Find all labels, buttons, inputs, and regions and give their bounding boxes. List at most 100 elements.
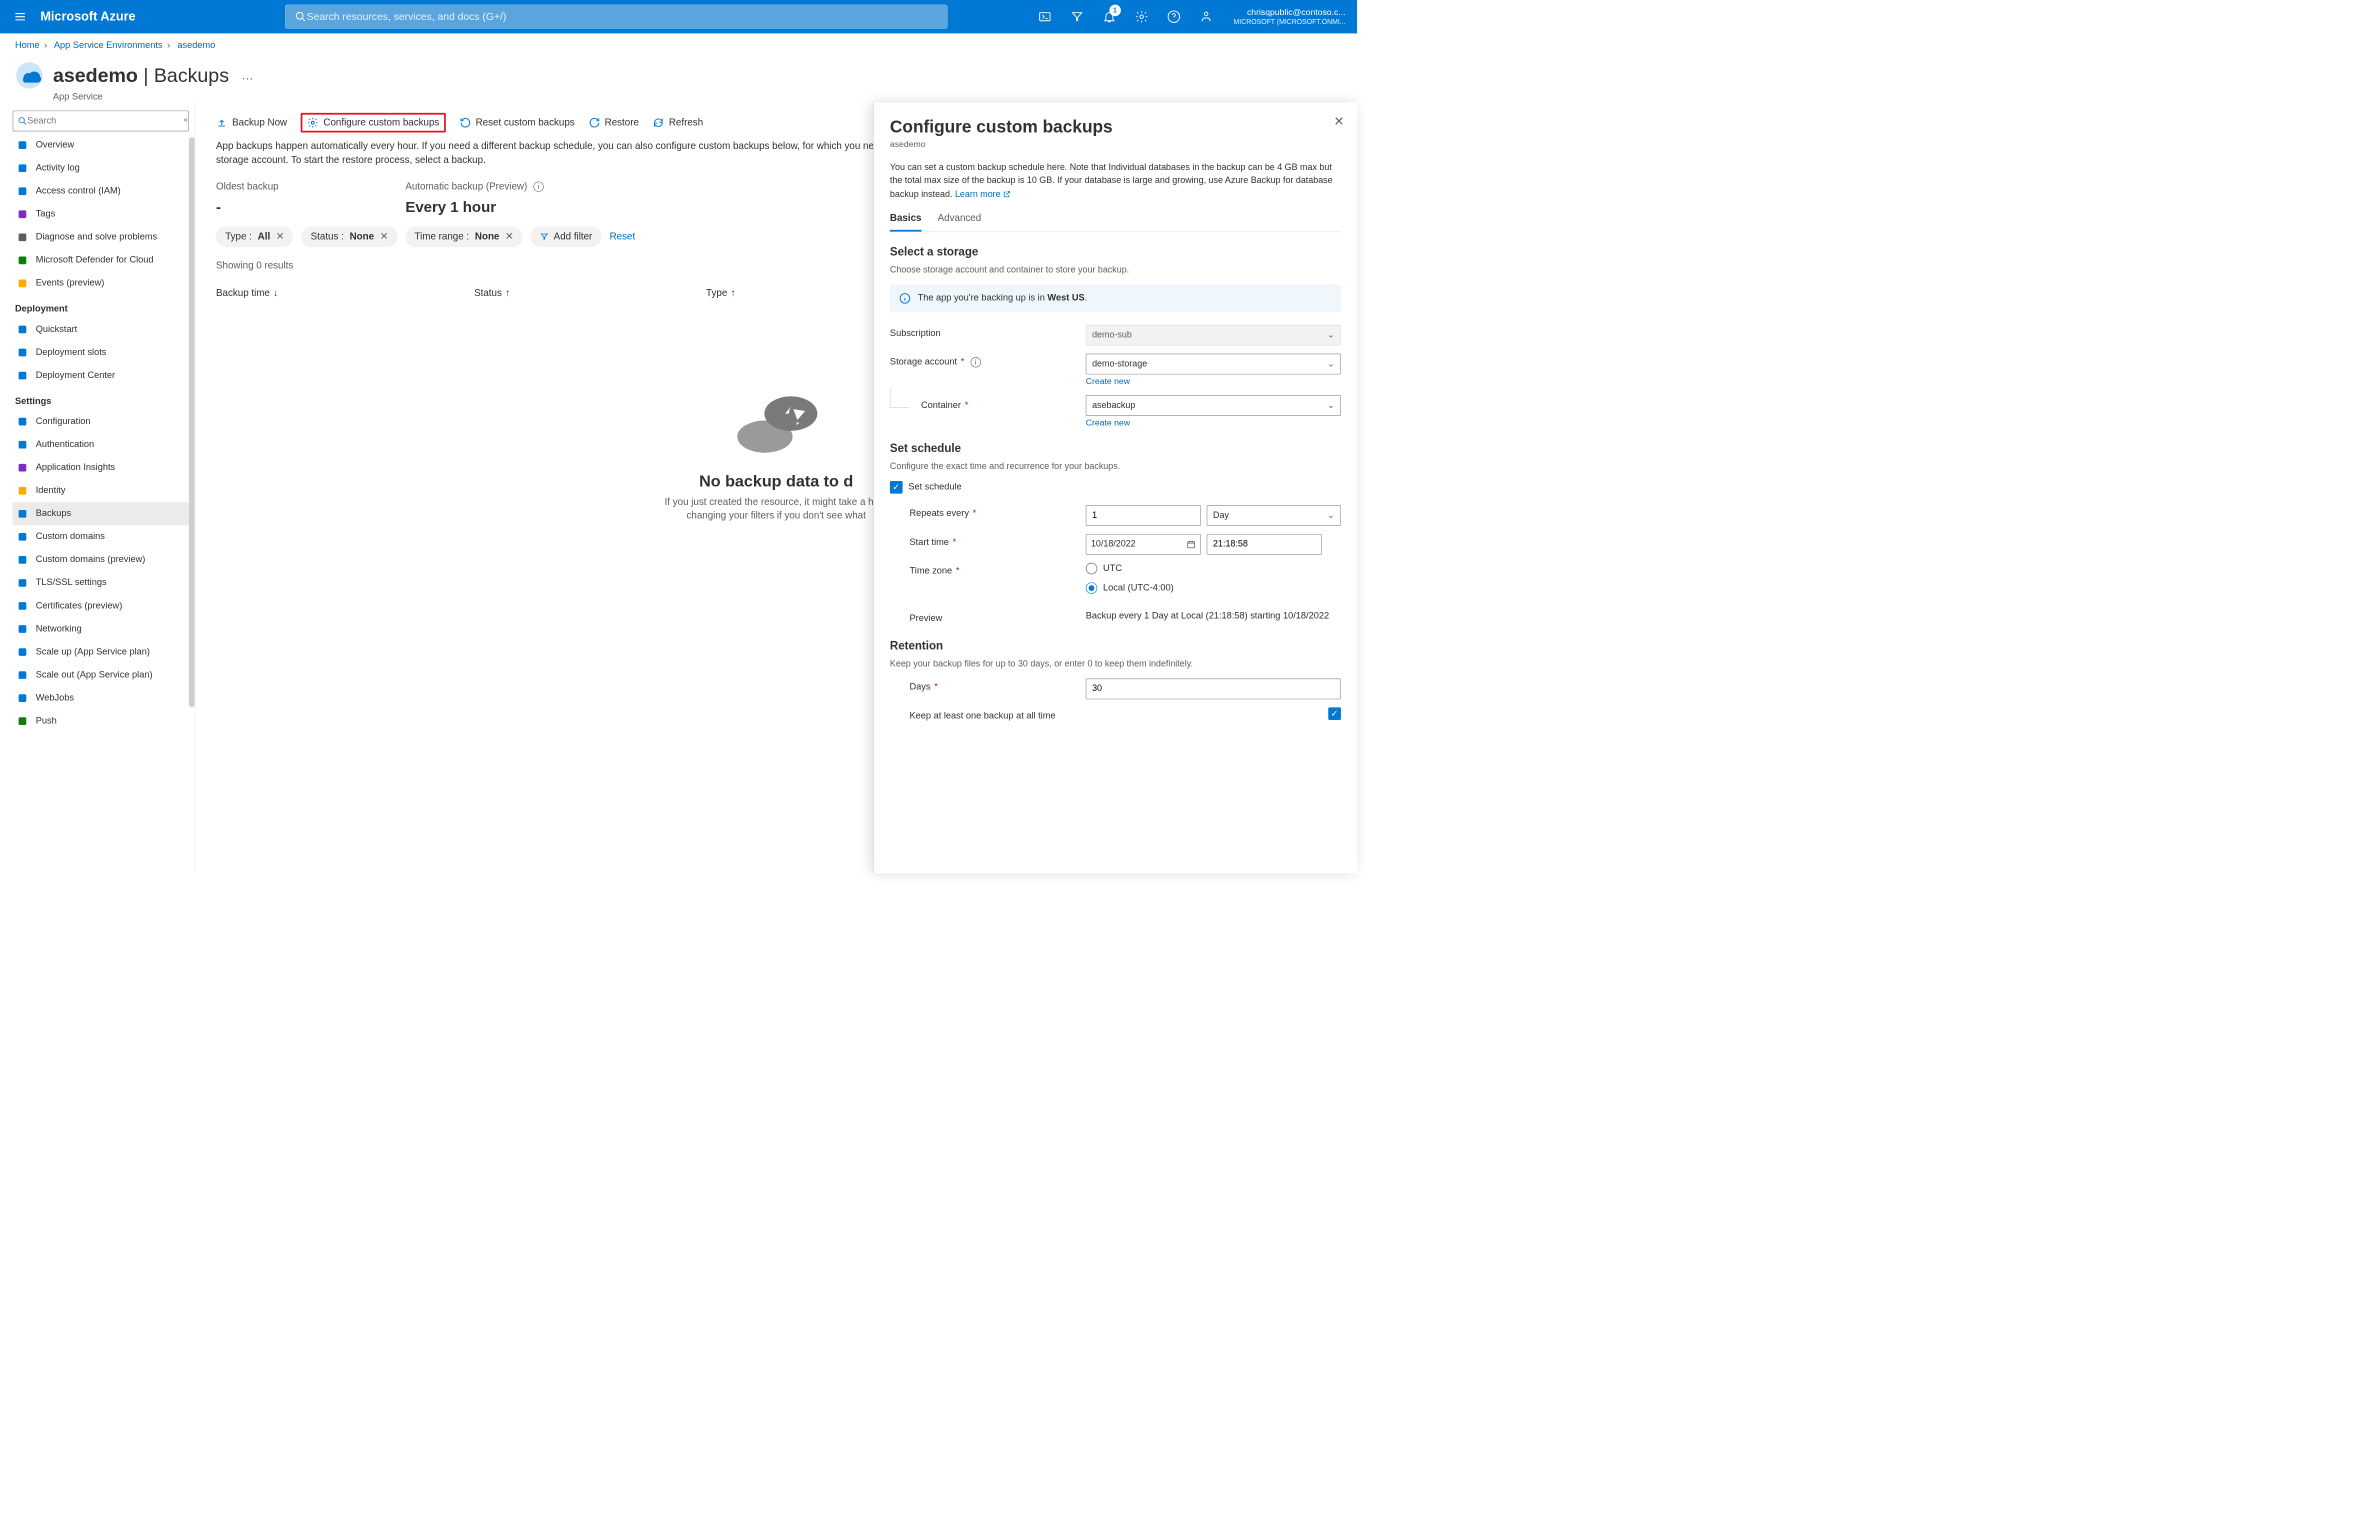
sidebar-item-label: Custom domains (preview) <box>36 555 146 565</box>
sidebar-item[interactable]: Application Insights <box>13 456 189 479</box>
info-banner: The app you're backing up is in West US. <box>890 284 1341 312</box>
sidebar-item[interactable]: Custom domains (preview) <box>13 548 189 571</box>
filter-status[interactable]: Status : None ✕ <box>301 226 397 247</box>
filter-icon <box>1070 10 1084 24</box>
sidebar-item[interactable]: Events (preview) <box>13 272 189 295</box>
sidebar-item[interactable]: Scale up (App Service plan) <box>13 641 189 664</box>
cloud-shell-button[interactable] <box>1028 0 1060 33</box>
feedback-button[interactable] <box>1190 0 1222 33</box>
account-tenant: MICROSOFT (MICROSOFT.ONMI... <box>1234 18 1346 26</box>
filter-timerange[interactable]: Time range : None ✕ <box>405 226 522 247</box>
close-icon[interactable]: ✕ <box>276 231 284 243</box>
sidebar-item-label: Networking <box>36 624 82 634</box>
filter-type[interactable]: Type : All ✕ <box>216 226 293 247</box>
sidebar-item[interactable]: Custom domains <box>13 525 189 548</box>
crumb-env[interactable]: App Service Environments <box>54 40 163 50</box>
add-filter-button[interactable]: Add filter <box>531 226 602 247</box>
sidebar-item-label: Quickstart <box>36 324 77 334</box>
sidebar-item[interactable]: Configuration <box>13 410 189 433</box>
help-button[interactable] <box>1158 0 1190 33</box>
sidebar-item[interactable]: Push <box>13 710 189 733</box>
container-select[interactable]: asebackup⌄ <box>1086 395 1341 416</box>
sidebar-item[interactable]: Quickstart <box>13 318 189 341</box>
storage-account-select[interactable]: demo-storage⌄ <box>1086 354 1341 375</box>
notifications-button[interactable]: 1 <box>1093 0 1125 33</box>
feedback-icon <box>1199 10 1213 24</box>
nav-icon <box>16 554 29 567</box>
hamburger-icon <box>14 10 27 23</box>
nav-icon <box>16 715 29 728</box>
refresh-icon <box>653 117 665 129</box>
page-header: asedemo | Backups ··· <box>0 51 1357 94</box>
learn-more-link[interactable]: Learn more <box>955 189 1011 199</box>
repeats-unit-select[interactable]: Day⌄ <box>1207 505 1341 526</box>
nav-icon <box>16 461 29 474</box>
sidebar-item-label: Backups <box>36 509 71 519</box>
info-icon[interactable]: i <box>533 182 543 192</box>
sidebar-item[interactable]: WebJobs <box>13 687 189 710</box>
account-menu[interactable]: chrisqpublic@contoso.c... MICROSOFT (MIC… <box>1222 7 1357 26</box>
sidebar-item[interactable]: Activity log <box>13 157 189 180</box>
configure-custom-backups-button[interactable]: Configure custom backups <box>301 113 446 133</box>
sidebar-item[interactable]: Diagnose and solve problems <box>13 226 189 249</box>
restore-button[interactable]: Restore <box>588 117 638 129</box>
settings-button[interactable] <box>1125 0 1157 33</box>
sidebar-item[interactable]: Overview <box>13 134 189 157</box>
tab-basics[interactable]: Basics <box>890 212 922 231</box>
nav-icon <box>16 208 29 221</box>
nav-icon <box>16 623 29 636</box>
col-type[interactable]: Type ↑ <box>706 287 736 299</box>
tz-utc-radio[interactable] <box>1086 563 1098 575</box>
sidebar-item[interactable]: Networking <box>13 617 189 640</box>
sidebar-item[interactable]: Tags <box>13 203 189 226</box>
close-panel-button[interactable]: ✕ <box>1334 114 1345 129</box>
backup-now-button[interactable]: Backup Now <box>216 117 287 129</box>
start-date-input[interactable]: 10/18/2022 <box>1086 534 1201 555</box>
sidebar-item-label: WebJobs <box>36 693 74 703</box>
sidebar-item[interactable]: Identity <box>13 479 189 502</box>
set-schedule-checkbox[interactable]: ✓ <box>890 481 903 494</box>
repeats-input[interactable] <box>1086 505 1201 526</box>
tz-local-radio[interactable] <box>1086 582 1098 594</box>
info-icon[interactable]: i <box>970 357 980 367</box>
reset-filters-button[interactable]: Reset <box>610 231 636 243</box>
nav-icon <box>16 139 29 152</box>
global-search[interactable] <box>285 5 947 29</box>
sidebar-item[interactable]: Access control (IAM) <box>13 180 189 203</box>
reset-custom-backups-button[interactable]: Reset custom backups <box>459 117 574 129</box>
keep-one-checkbox[interactable]: ✓ <box>1328 707 1341 720</box>
sidebar-item[interactable]: Authentication <box>13 433 189 456</box>
close-icon[interactable]: ✕ <box>505 231 513 243</box>
tab-advanced[interactable]: Advanced <box>938 212 982 231</box>
sidebar-search-input[interactable] <box>27 116 184 126</box>
refresh-button[interactable]: Refresh <box>653 117 703 129</box>
sidebar-item[interactable]: Deployment Center <box>13 364 189 387</box>
nav-icon <box>16 692 29 705</box>
auto-backup-label: Automatic backup (Preview) i <box>405 181 543 193</box>
start-time-input[interactable] <box>1207 534 1322 555</box>
col-status[interactable]: Status ↑ <box>474 287 510 299</box>
sidebar-item[interactable]: Certificates (preview) <box>13 594 189 617</box>
sidebar-item[interactable]: Scale out (App Service plan) <box>13 664 189 687</box>
sidebar-search[interactable] <box>13 111 189 132</box>
col-backup-time[interactable]: Backup time ↓ <box>216 287 278 299</box>
sidebar-item[interactable]: Backups <box>13 502 189 525</box>
nav-icon <box>16 530 29 543</box>
storage-account-label: Storage account * i <box>890 354 1086 368</box>
create-new-container-link[interactable]: Create new <box>1086 418 1130 428</box>
create-new-storage-link[interactable]: Create new <box>1086 377 1130 387</box>
days-input[interactable] <box>1086 678 1341 699</box>
collapse-sidebar-button[interactable]: « <box>184 115 188 124</box>
filter-button[interactable] <box>1061 0 1093 33</box>
global-search-input[interactable] <box>307 11 938 23</box>
notification-badge: 1 <box>1109 5 1121 17</box>
more-button[interactable]: ··· <box>242 72 254 85</box>
close-icon[interactable]: ✕ <box>380 231 388 243</box>
menu-toggle[interactable] <box>0 0 40 33</box>
brand[interactable]: Microsoft Azure <box>40 9 135 24</box>
sidebar-item[interactable]: Microsoft Defender for Cloud <box>13 249 189 272</box>
sidebar-item[interactable]: Deployment slots <box>13 341 189 364</box>
crumb-home[interactable]: Home <box>15 40 40 50</box>
sidebar-item[interactable]: TLS/SSL settings <box>13 571 189 594</box>
crumb-resource[interactable]: asedemo <box>177 40 215 50</box>
